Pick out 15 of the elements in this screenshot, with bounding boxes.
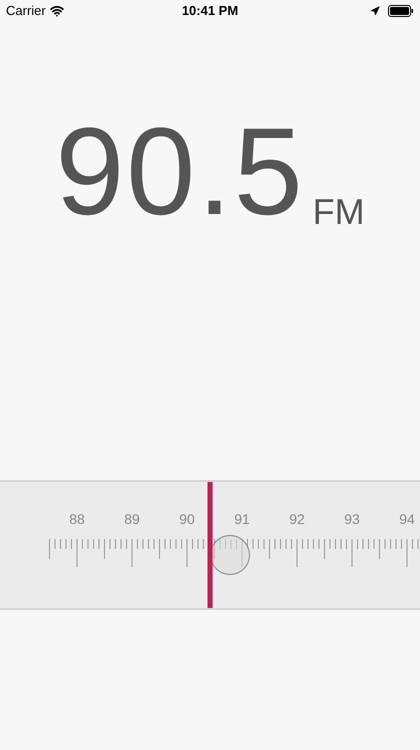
clock-time: 10:41 PM	[182, 2, 238, 20]
carrier-label: Carrier	[6, 2, 46, 20]
frequency-mark: 90	[179, 510, 195, 529]
frequency-mark: 91	[234, 510, 250, 529]
frequency-mark: 92	[289, 510, 305, 529]
frequency-mark: 93	[344, 510, 360, 529]
frequency-value: 90.5	[55, 110, 305, 234]
location-icon	[370, 6, 380, 16]
frequency-mark: 89	[124, 510, 140, 529]
frequency-mark: 94	[399, 510, 415, 529]
band-label: FM	[312, 194, 365, 230]
battery-icon	[388, 5, 414, 17]
frequency-mark: 88	[69, 510, 85, 529]
wifi-icon	[50, 4, 64, 18]
tuner-dial[interactable]: 88 89 90 91 92 93 94	[0, 480, 420, 610]
